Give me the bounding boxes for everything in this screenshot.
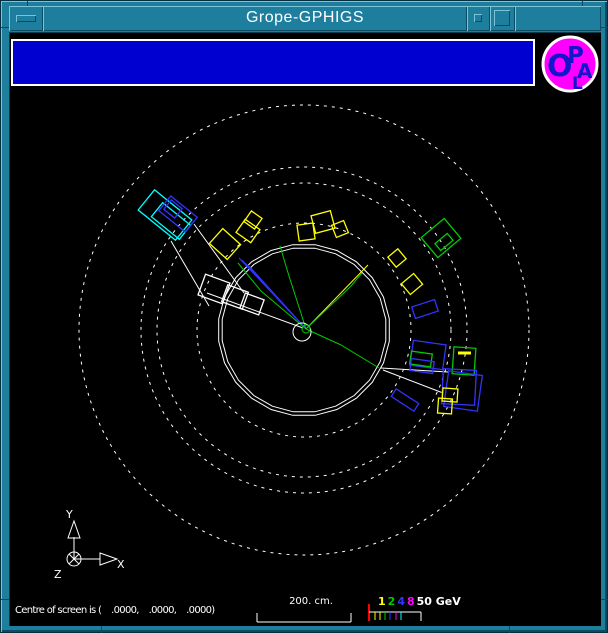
frame-corner-divider <box>509 626 510 633</box>
frame-corner-divider <box>601 599 608 600</box>
legend-entry: 50 GeV <box>417 595 461 608</box>
coordinate-axes: Y X Z <box>54 508 125 581</box>
scale-bar <box>257 613 351 622</box>
title-bar[interactable]: Grope-GPHIGS <box>9 6 601 31</box>
frame-corner-divider <box>101 626 102 633</box>
minimize-button[interactable] <box>467 6 490 31</box>
frame-corner-divider <box>601 27 608 28</box>
event-display-area: Run:event 8549: 21933 Ctrk(N= 16 Sump= 4… <box>9 32 601 626</box>
legend-entry: 4 <box>397 595 405 608</box>
title-area[interactable] <box>43 6 467 31</box>
detector-rings <box>79 105 529 555</box>
title-bar-filler <box>515 6 601 31</box>
maximize-button[interactable] <box>490 6 515 31</box>
calorimeter-hit-boxes <box>138 190 482 414</box>
energy-legend-labels: 124850 GeV <box>378 595 463 608</box>
particle-tracks <box>238 246 379 368</box>
frame-corner-divider <box>1 599 9 600</box>
window-menu-button[interactable] <box>9 6 43 31</box>
centre-of-screen-status: Centre of screen is ( .0000, .0000, .000… <box>15 605 215 616</box>
legend-entry: 8 <box>407 595 415 608</box>
event-display-canvas[interactable]: Y X Z <box>9 32 601 626</box>
frame-corner-divider <box>1 27 9 28</box>
legend-entry: 1 <box>378 595 386 608</box>
svg-text:Z: Z <box>54 568 62 581</box>
maximize-icon <box>494 10 510 26</box>
scale-bar-label: 200. cm. <box>271 596 351 607</box>
legend-entry: 2 <box>388 595 396 608</box>
window-frame: Grope-GPHIGS Run:event 8549: 21933 Ctrk(… <box>0 0 608 633</box>
window-menu-dash-icon <box>16 15 36 22</box>
svg-text:Y: Y <box>65 508 73 521</box>
minimize-icon <box>474 14 482 22</box>
svg-text:X: X <box>117 558 125 571</box>
